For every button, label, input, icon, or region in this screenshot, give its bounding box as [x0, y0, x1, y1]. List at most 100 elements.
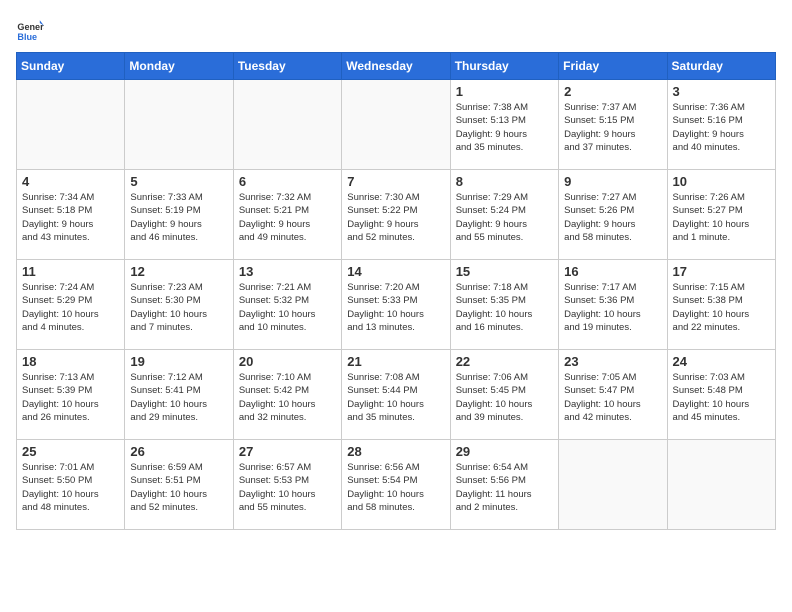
day-number: 21: [347, 354, 444, 369]
calendar-cell: 26 Sunrise: 6:59 AM Sunset: 5:51 PM Dayli…: [125, 440, 233, 530]
day-detail: Sunrise: 7:12 AM Sunset: 5:41 PM Dayligh…: [130, 371, 227, 424]
day-detail: Sunrise: 7:01 AM Sunset: 5:50 PM Dayligh…: [22, 461, 119, 514]
calendar-cell: 22Sunrise: 7:06 AM Sunset: 5:45 PM Dayli…: [450, 350, 558, 440]
day-detail: Sunrise: 7:34 AM Sunset: 5:18 PM Dayligh…: [22, 191, 119, 244]
calendar-cell: 21 Sunrise: 7:08 AM Sunset: 5:44 PM Dayli…: [342, 350, 450, 440]
weekday-header-monday: Monday: [125, 53, 233, 80]
calendar-cell: 27 Sunrise: 6:57 AM Sunset: 5:53 PM Dayli…: [233, 440, 341, 530]
day-detail: Sunrise: 7:36 AM Sunset: 5:16 PM Dayligh…: [673, 101, 770, 154]
day-number: 22: [456, 354, 553, 369]
day-detail: Sunrise: 6:59 AM Sunset: 5:51 PM Dayligh…: [130, 461, 227, 514]
day-detail: Sunrise: 7:38 AM Sunset: 5:13 PM Dayligh…: [456, 101, 553, 154]
day-detail: Sunrise: 7:15 AM Sunset: 5:38 PM Dayligh…: [673, 281, 770, 334]
calendar-cell: 15 Sunrise: 7:18 AM Sunset: 5:35 PM Dayli…: [450, 260, 558, 350]
day-detail: Sunrise: 6:57 AM Sunset: 5:53 PM Dayligh…: [239, 461, 336, 514]
calendar-table: SundayMondayTuesdayWednesdayThursdayFrid…: [16, 52, 776, 530]
weekday-header-thursday: Thursday: [450, 53, 558, 80]
calendar-cell: 29Sunrise: 6:54 AM Sunset: 5:56 PM Dayli…: [450, 440, 558, 530]
day-detail: Sunrise: 7:37 AM Sunset: 5:15 PM Dayligh…: [564, 101, 661, 154]
calendar-cell: 6 Sunrise: 7:32 AM Sunset: 5:21 PM Daylig…: [233, 170, 341, 260]
weekday-header-wednesday: Wednesday: [342, 53, 450, 80]
day-detail: Sunrise: 7:03 AM Sunset: 5:48 PM Dayligh…: [673, 371, 770, 424]
day-detail: Sunrise: 7:10 AM Sunset: 5:42 PM Dayligh…: [239, 371, 336, 424]
day-number: 19: [130, 354, 227, 369]
calendar-cell: 9 Sunrise: 7:27 AM Sunset: 5:26 PM Daylig…: [559, 170, 667, 260]
day-number: 20: [239, 354, 336, 369]
weekday-header-saturday: Saturday: [667, 53, 775, 80]
day-number: 23: [564, 354, 661, 369]
calendar-cell: 5 Sunrise: 7:33 AM Sunset: 5:19 PM Daylig…: [125, 170, 233, 260]
day-detail: Sunrise: 7:05 AM Sunset: 5:47 PM Dayligh…: [564, 371, 661, 424]
day-detail: Sunrise: 7:24 AM Sunset: 5:29 PM Dayligh…: [22, 281, 119, 334]
calendar-cell: [559, 440, 667, 530]
weekday-header-friday: Friday: [559, 53, 667, 80]
calendar-cell: 25 Sunrise: 7:01 AM Sunset: 5:50 PM Dayli…: [17, 440, 125, 530]
day-number: 9: [564, 174, 661, 189]
day-number: 15: [456, 264, 553, 279]
week-row-1: 1 Sunrise: 7:38 AM Sunset: 5:13 PM Daylig…: [17, 80, 776, 170]
day-number: 27: [239, 444, 336, 459]
calendar-cell: 20 Sunrise: 7:10 AM Sunset: 5:42 PM Dayli…: [233, 350, 341, 440]
week-row-3: 11 Sunrise: 7:24 AM Sunset: 5:29 PM Dayli…: [17, 260, 776, 350]
day-detail: Sunrise: 7:21 AM Sunset: 5:32 PM Dayligh…: [239, 281, 336, 334]
day-detail: Sunrise: 7:18 AM Sunset: 5:35 PM Dayligh…: [456, 281, 553, 334]
day-number: 3: [673, 84, 770, 99]
day-number: 11: [22, 264, 119, 279]
day-detail: Sunrise: 7:13 AM Sunset: 5:39 PM Dayligh…: [22, 371, 119, 424]
day-number: 5: [130, 174, 227, 189]
calendar-cell: 28Sunrise: 6:56 AM Sunset: 5:54 PM Dayli…: [342, 440, 450, 530]
calendar-cell: 19 Sunrise: 7:12 AM Sunset: 5:41 PM Dayli…: [125, 350, 233, 440]
day-detail: Sunrise: 6:54 AM Sunset: 5:56 PM Dayligh…: [456, 461, 553, 514]
day-number: 16: [564, 264, 661, 279]
day-number: 6: [239, 174, 336, 189]
calendar-cell: [17, 80, 125, 170]
calendar-cell: 18 Sunrise: 7:13 AM Sunset: 5:39 PM Dayli…: [17, 350, 125, 440]
week-row-4: 18 Sunrise: 7:13 AM Sunset: 5:39 PM Dayli…: [17, 350, 776, 440]
calendar-cell: 14 Sunrise: 7:20 AM Sunset: 5:33 PM Dayli…: [342, 260, 450, 350]
day-number: 18: [22, 354, 119, 369]
calendar-cell: 17 Sunrise: 7:15 AM Sunset: 5:38 PM Dayli…: [667, 260, 775, 350]
day-detail: Sunrise: 7:32 AM Sunset: 5:21 PM Dayligh…: [239, 191, 336, 244]
calendar-cell: 4Sunrise: 7:34 AM Sunset: 5:18 PM Daylig…: [17, 170, 125, 260]
calendar-cell: 11 Sunrise: 7:24 AM Sunset: 5:29 PM Dayli…: [17, 260, 125, 350]
day-detail: Sunrise: 7:08 AM Sunset: 5:44 PM Dayligh…: [347, 371, 444, 424]
calendar-cell: [667, 440, 775, 530]
day-detail: Sunrise: 7:17 AM Sunset: 5:36 PM Dayligh…: [564, 281, 661, 334]
day-detail: Sunrise: 7:29 AM Sunset: 5:24 PM Dayligh…: [456, 191, 553, 244]
day-detail: Sunrise: 7:33 AM Sunset: 5:19 PM Dayligh…: [130, 191, 227, 244]
logo: General Blue: [16, 16, 48, 44]
calendar-cell: 24 Sunrise: 7:03 AM Sunset: 5:48 PM Dayli…: [667, 350, 775, 440]
week-row-5: 25 Sunrise: 7:01 AM Sunset: 5:50 PM Dayli…: [17, 440, 776, 530]
svg-text:Blue: Blue: [17, 32, 37, 42]
calendar-cell: 23 Sunrise: 7:05 AM Sunset: 5:47 PM Dayli…: [559, 350, 667, 440]
weekday-header-sunday: Sunday: [17, 53, 125, 80]
day-number: 17: [673, 264, 770, 279]
week-row-2: 4Sunrise: 7:34 AM Sunset: 5:18 PM Daylig…: [17, 170, 776, 260]
day-number: 1: [456, 84, 553, 99]
calendar-cell: 1 Sunrise: 7:38 AM Sunset: 5:13 PM Daylig…: [450, 80, 558, 170]
calendar-cell: 2Sunrise: 7:37 AM Sunset: 5:15 PM Daylig…: [559, 80, 667, 170]
calendar-cell: 16 Sunrise: 7:17 AM Sunset: 5:36 PM Dayli…: [559, 260, 667, 350]
weekday-header-tuesday: Tuesday: [233, 53, 341, 80]
day-number: 25: [22, 444, 119, 459]
calendar-cell: 10Sunrise: 7:26 AM Sunset: 5:27 PM Dayli…: [667, 170, 775, 260]
day-detail: Sunrise: 7:20 AM Sunset: 5:33 PM Dayligh…: [347, 281, 444, 334]
day-detail: Sunrise: 7:27 AM Sunset: 5:26 PM Dayligh…: [564, 191, 661, 244]
day-detail: Sunrise: 7:23 AM Sunset: 5:30 PM Dayligh…: [130, 281, 227, 334]
day-number: 28: [347, 444, 444, 459]
header-row: SundayMondayTuesdayWednesdayThursdayFrid…: [17, 53, 776, 80]
day-number: 14: [347, 264, 444, 279]
day-detail: Sunrise: 7:30 AM Sunset: 5:22 PM Dayligh…: [347, 191, 444, 244]
calendar-cell: [125, 80, 233, 170]
day-number: 7: [347, 174, 444, 189]
day-number: 24: [673, 354, 770, 369]
page-header: General Blue: [16, 16, 776, 44]
svg-text:General: General: [17, 22, 44, 32]
day-detail: Sunrise: 7:26 AM Sunset: 5:27 PM Dayligh…: [673, 191, 770, 244]
day-number: 26: [130, 444, 227, 459]
calendar-cell: 3 Sunrise: 7:36 AM Sunset: 5:16 PM Daylig…: [667, 80, 775, 170]
calendar-cell: 12Sunrise: 7:23 AM Sunset: 5:30 PM Dayli…: [125, 260, 233, 350]
calendar-cell: [233, 80, 341, 170]
calendar-cell: 7 Sunrise: 7:30 AM Sunset: 5:22 PM Daylig…: [342, 170, 450, 260]
calendar-cell: 8Sunrise: 7:29 AM Sunset: 5:24 PM Daylig…: [450, 170, 558, 260]
